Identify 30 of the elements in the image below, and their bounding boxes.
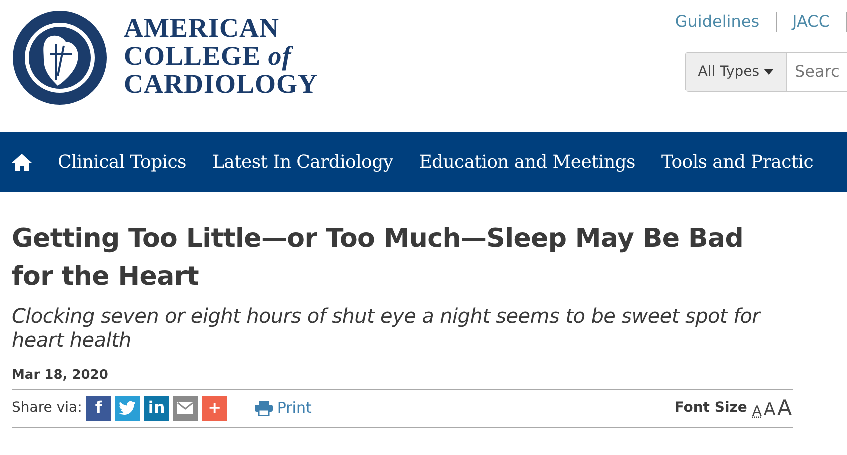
logo-text: COLLEGE of [124,42,294,70]
font-size-label: Font Size [674,398,748,418]
logo-text: CARDIOLOGY [124,70,318,98]
bird-icon [119,401,136,415]
print-link[interactable]: Print [255,396,312,420]
font-size-option[interactable]: A [776,398,793,418]
nav-link[interactable]: Latest In Cardiology [212,148,394,176]
facebook-button[interactable]: f [86,396,112,420]
logo-seal-icon [12,10,108,106]
top-link[interactable]: Guidelines [675,10,760,34]
envelope-icon [177,402,194,414]
article-date: Mar 18, 2020 [12,368,108,383]
font-size-option[interactable]: A [751,404,763,418]
nav-link[interactable]: Clinical Topics [58,148,186,176]
search-bar[interactable]: All Types Searc [685,52,847,92]
linkedin-button[interactable]: in [144,396,170,420]
top-link[interactable]: JACC [792,10,830,34]
twitter-button[interactable] [115,396,140,420]
font-size-option[interactable]: A [762,402,777,418]
nav-link[interactable]: Tools and Practic [661,148,814,176]
caret-icon [764,68,774,75]
logo-text: AMERICAN [124,14,280,42]
article-subtitle: Clocking seven or eight hours of shut eye a night seems to be sweet spot for heart health [12,304,762,352]
share-label: Share via: [12,398,82,418]
article-title: Getting Too Little—or Too Much—Sleep May Be Bad for the Heart [12,223,745,294]
home-icon[interactable] [12,153,32,171]
type-filter-dropdown[interactable]: All Types [686,53,787,91]
nav-link[interactable]: Education and Meetings [419,148,636,176]
printer-icon [255,400,274,416]
email-button[interactable] [173,396,198,420]
